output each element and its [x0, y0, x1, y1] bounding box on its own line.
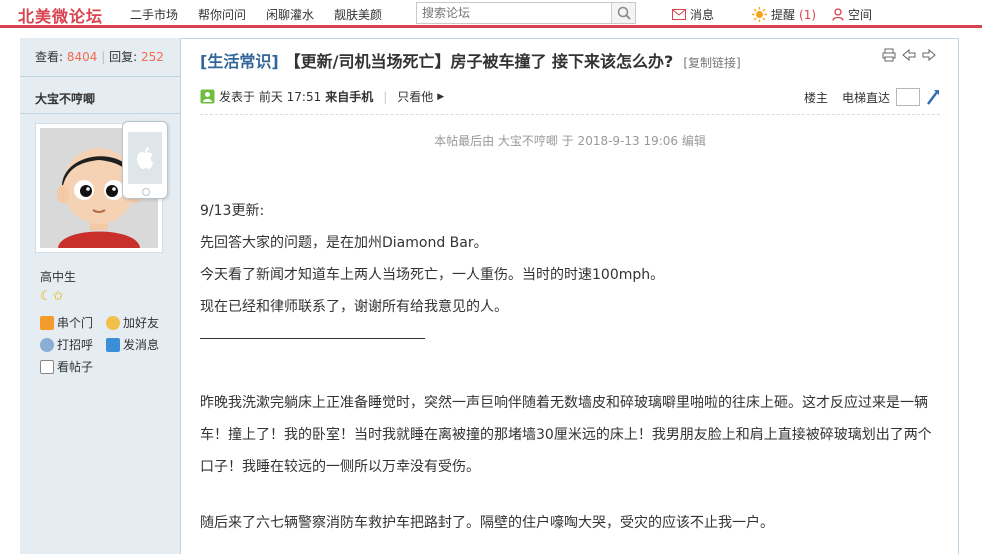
thread-title-text: 【更新/司机当场死亡】房子被车撞了 接下来该怎么办? [284, 52, 674, 71]
update-heading: 9/13更新: [200, 203, 265, 219]
post-source[interactable]: 来自手机 [325, 88, 373, 105]
post-time: 发表于 前天 17:51 [219, 90, 322, 104]
remind-count: (1) [799, 7, 817, 22]
user-level: 高中生 [40, 270, 77, 284]
nav-beauty[interactable]: 靓肤美颜 [334, 6, 382, 23]
view-posts-link[interactable]: 看帖子 [40, 358, 93, 375]
phone-home-button [142, 188, 150, 196]
mobile-client-badge [122, 121, 168, 199]
greet-icon [40, 337, 54, 352]
post-paragraph: 昨晚我洗漱完躺床上正准备睡觉时，突然一声巨响伴随着无数墙皮和碎玻璃噼里啪啦的往床… [200, 395, 932, 475]
apple-icon [137, 147, 153, 169]
search-icon [617, 6, 631, 20]
caret-right-icon: ▶ [437, 91, 445, 102]
edit-note: 本帖最后由 大宝不哼唧 于 2018-9-13 19:06 编辑 [434, 134, 706, 148]
online-status-icon [200, 89, 215, 104]
add-friend-label: 加好友 [123, 316, 160, 330]
posts-icon [40, 359, 54, 374]
replies-count: 252 [140, 50, 164, 64]
messages-label: 消息 [690, 8, 715, 22]
send-message-label: 发消息 [123, 338, 160, 352]
floor-number-input[interactable] [896, 88, 920, 106]
update-line: 今天看了新闻才知道车上两人当场死亡，一人重伤。当时的时速100mph。 [200, 267, 665, 283]
search-input[interactable] [417, 3, 612, 23]
space-label: 空间 [848, 8, 873, 22]
post-meta: 发表于 前天 17:51 来自手机 | 只看他 ▶ [200, 88, 444, 105]
stats-divider [20, 76, 180, 77]
mail-icon [672, 9, 686, 20]
replies-label: 回复: [109, 50, 138, 64]
send-message-link[interactable]: 发消息 [106, 336, 159, 353]
title-tools [882, 48, 936, 62]
post-floor-tools: 楼主 电梯直达 [804, 88, 940, 106]
search-button[interactable] [611, 3, 635, 23]
nav-ask[interactable]: 帮你问问 [198, 6, 246, 23]
jump-to-floor: 电梯直达 [842, 88, 940, 106]
visit-space-label: 串个门 [57, 316, 94, 330]
thread-title: [生活常识] 【更新/司机当场死亡】房子被车撞了 接下来该怎么办? [复制链接] [200, 48, 741, 72]
site-logo[interactable]: 北美微论坛 [18, 3, 103, 27]
home-icon [40, 315, 54, 330]
nav-chat[interactable]: 闲聊灌水 [266, 6, 314, 23]
greet-link[interactable]: 打招呼 [40, 336, 93, 353]
post-meta-bar: 发表于 前天 17:51 来自手机 | 只看他 ▶ 楼主 电梯直达 [200, 80, 940, 115]
floor-label: 楼主 [803, 90, 828, 105]
view-posts-label: 看帖子 [57, 360, 94, 374]
remind-link[interactable]: 提醒 (1) [752, 6, 816, 23]
print-icon[interactable] [882, 48, 896, 62]
handshake-icon [106, 315, 120, 330]
only-author-link[interactable]: 只看他 [397, 88, 433, 105]
separator-line [200, 323, 425, 339]
thread-category[interactable]: [生活常识] [200, 48, 279, 72]
phone-screen [128, 132, 162, 184]
visit-space-link[interactable]: 串个门 [40, 314, 93, 331]
search-box [416, 2, 636, 24]
views-label: 查看: [35, 50, 64, 64]
mail-icon [106, 337, 120, 352]
nav-secondhand[interactable]: 二手市场 [130, 6, 178, 23]
prev-thread-icon[interactable] [902, 48, 916, 62]
next-thread-icon[interactable] [922, 48, 936, 62]
post-body: 9/13更新: 先回答大家的问题，是在加州Diamond Bar。 今天看了新闻… [200, 195, 942, 539]
update-line: 现在已经和律师联系了，谢谢所有给我意见的人。 [200, 299, 508, 315]
jump-label: 电梯直达 [841, 90, 890, 105]
author-name[interactable]: 大宝不哼唧 [35, 90, 95, 107]
space-link[interactable]: 空间 [832, 6, 872, 23]
remind-label: 提醒 [771, 8, 796, 22]
user-icon [832, 8, 844, 21]
author-divider [20, 113, 180, 114]
copy-link-button[interactable]: [复制链接] [683, 54, 740, 71]
update-line: 先回答大家的问题，是在加州Diamond Bar。 [200, 235, 488, 251]
messages-link[interactable]: 消息 [672, 6, 714, 23]
greet-label: 打招呼 [57, 338, 94, 352]
level-stars-icon: ☾✩ [40, 289, 65, 304]
sun-bell-icon [752, 7, 767, 22]
go-arrow-icon[interactable] [926, 89, 940, 105]
author-sidebar: 查看: 8404 | 回复: 252 大宝不哼唧 高中生 ☾✩ 串个门 加好友 … [20, 38, 181, 554]
add-friend-link[interactable]: 加好友 [106, 314, 159, 331]
post-paragraph: 随后来了六七辆警察消防车救护车把路封了。隔壁的住户嚎啕大哭，受灾的应该不止我一户… [200, 515, 774, 531]
views-count: 8404 [66, 50, 98, 64]
top-navbar: 北美微论坛 二手市场 帮你问问 闲聊灌水 靓肤美颜 消息 [0, 0, 982, 28]
thread-stats: 查看: 8404 | 回复: 252 [35, 50, 164, 64]
